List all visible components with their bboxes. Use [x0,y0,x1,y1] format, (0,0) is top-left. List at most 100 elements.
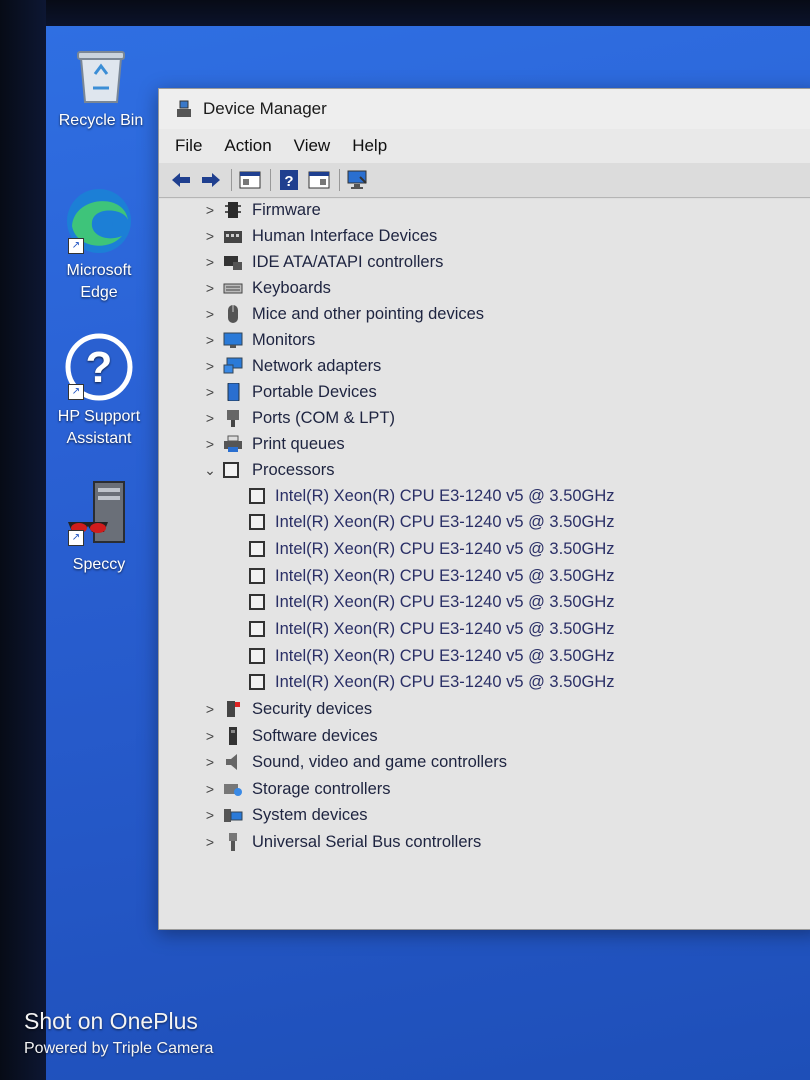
chevron-right-icon[interactable]: > [201,728,219,744]
tree-item-firmware[interactable]: > Firmware [201,197,321,223]
tree-item-label: Processors [252,460,335,479]
properties-icon[interactable] [238,168,262,192]
device-manager-window[interactable]: Device Manager File Action View Help ? >… [158,88,810,930]
system-device-icon [224,809,243,822]
title-bar[interactable]: Device Manager [159,89,810,129]
chevron-right-icon[interactable]: > [201,701,219,717]
processor-item[interactable]: Intel(R) Xeon(R) CPU E3-1240 v5 @ 3.50GH… [249,483,615,509]
menu-view[interactable]: View [294,136,331,156]
storage-controller-icon [224,784,242,796]
chevron-down-icon[interactable]: ⌄ [201,462,219,479]
processor-item[interactable]: Intel(R) Xeon(R) CPU E3-1240 v5 @ 3.50GH… [249,536,615,562]
chevron-right-icon[interactable]: > [201,781,219,797]
tree-item-print-queues[interactable]: > Print queues [201,431,345,457]
processor-label: Intel(R) Xeon(R) CPU E3-1240 v5 @ 3.50GH… [275,512,615,531]
monitor-icon [223,332,243,348]
tree-item-label: Sound, video and game controllers [252,752,507,771]
device-manager-icon [177,100,191,117]
chevron-right-icon[interactable]: > [201,436,219,452]
processor-label: Intel(R) Xeon(R) CPU E3-1240 v5 @ 3.50GH… [275,646,615,665]
hid-icon [224,231,242,243]
tree-item-ports[interactable]: > Ports (COM & LPT) [201,405,395,431]
processor-item[interactable]: Intel(R) Xeon(R) CPU E3-1240 v5 @ 3.50GH… [249,669,615,695]
tree-item-processors[interactable]: ⌄ Processors [201,457,335,483]
tree-item-label: IDE ATA/ATAPI controllers [252,252,444,271]
chevron-right-icon[interactable]: > [201,332,219,348]
device-tree[interactable]: > Firmware > Human Interface Devices > I… [159,199,810,929]
menu-bar: File Action View Help [159,129,810,163]
desktop-icon-label: Microsoft Edge [66,262,132,301]
desktop-icon-edge[interactable]: ↗ Microsoft Edge [44,186,154,304]
chevron-right-icon[interactable]: > [201,228,219,244]
processor-item[interactable]: Intel(R) Xeon(R) CPU E3-1240 v5 @ 3.50GH… [249,643,615,669]
shortcut-arrow-icon: ↗ [68,384,84,400]
tree-item-label: Storage controllers [252,779,391,798]
camera-watermark-title: Shot on OnePlus [24,1008,198,1034]
forward-arrow-icon[interactable] [199,168,223,192]
back-arrow-icon[interactable] [169,168,193,192]
chevron-right-icon[interactable]: > [201,754,219,770]
chevron-right-icon[interactable]: > [201,202,219,218]
tree-item-label: Universal Serial Bus controllers [252,832,482,851]
scan-hardware-icon[interactable] [346,168,370,192]
tree-item-label: Firmware [252,200,321,219]
chevron-right-icon[interactable]: > [201,254,219,270]
tree-item-label: Portable Devices [252,382,377,401]
tree-item-storage[interactable]: > Storage controllers [201,776,391,802]
processor-icon [249,594,265,610]
menu-action[interactable]: Action [224,136,271,156]
firmware-icon [225,202,241,218]
menu-help[interactable]: Help [352,136,387,156]
desktop-icon-label: Speccy [72,556,126,573]
mouse-icon [228,305,238,323]
tree-item-label: System devices [252,805,368,824]
processor-icon [249,541,265,557]
tree-item-system[interactable]: > System devices [201,802,368,828]
tree-item-keyboards[interactable]: > Keyboards [201,275,331,301]
processor-icon [249,648,265,664]
tree-item-portable[interactable]: > Portable Devices [201,379,377,405]
tree-item-network[interactable]: > Network adapters [201,353,381,379]
portable-device-icon [227,383,240,401]
chevron-right-icon[interactable]: > [201,410,219,426]
chevron-right-icon[interactable]: > [201,280,219,296]
tree-item-label: Network adapters [252,356,382,375]
processor-label: Intel(R) Xeon(R) CPU E3-1240 v5 @ 3.50GH… [275,566,615,585]
processor-icon [249,568,265,584]
toolbar-separator [231,169,232,191]
toolbar-separator [270,169,271,191]
help-icon[interactable]: ? [277,168,301,192]
toolbar: ? [159,163,810,198]
view-icon[interactable] [307,168,331,192]
chevron-right-icon[interactable]: > [201,807,219,823]
desktop-icon-label: Recycle Bin [58,112,144,129]
processor-item[interactable]: Intel(R) Xeon(R) CPU E3-1240 v5 @ 3.50GH… [249,563,615,589]
network-adapter-icon [223,357,243,374]
tree-item-monitors[interactable]: > Monitors [201,327,315,353]
tree-item-ide[interactable]: > IDE ATA/ATAPI controllers [201,249,443,275]
desktop-icon-speccy[interactable]: ↗ Speccy [44,478,154,576]
processor-item[interactable]: Intel(R) Xeon(R) CPU E3-1240 v5 @ 3.50GH… [249,509,615,535]
chevron-right-icon[interactable]: > [201,384,219,400]
usb-icon [229,833,237,851]
processor-icon [249,514,265,530]
chevron-right-icon[interactable]: > [201,834,219,850]
tree-item-label: Keyboards [252,278,331,297]
port-icon [227,410,239,427]
menu-file[interactable]: File [175,136,202,156]
processor-item[interactable]: Intel(R) Xeon(R) CPU E3-1240 v5 @ 3.50GH… [249,589,615,615]
tree-item-sound[interactable]: > Sound, video and game controllers [201,749,507,775]
tree-item-hid[interactable]: > Human Interface Devices [201,223,437,249]
tree-item-label: Software devices [252,726,378,745]
tree-item-software[interactable]: > Software devices [201,723,378,749]
desktop-icon-hp-support[interactable]: ? ↗ HP Support Assistant [44,332,154,450]
svg-text:?: ? [86,343,113,392]
chevron-right-icon[interactable]: > [201,358,219,374]
processor-label: Intel(R) Xeon(R) CPU E3-1240 v5 @ 3.50GH… [275,486,615,505]
processor-item[interactable]: Intel(R) Xeon(R) CPU E3-1240 v5 @ 3.50GH… [249,616,615,642]
desktop-icon-recycle-bin[interactable]: Recycle Bin [46,44,156,132]
tree-item-usb[interactable]: > Universal Serial Bus controllers [201,829,481,855]
chevron-right-icon[interactable]: > [201,306,219,322]
tree-item-mice[interactable]: > Mice and other pointing devices [201,301,484,327]
tree-item-security[interactable]: > Security devices [201,696,372,722]
